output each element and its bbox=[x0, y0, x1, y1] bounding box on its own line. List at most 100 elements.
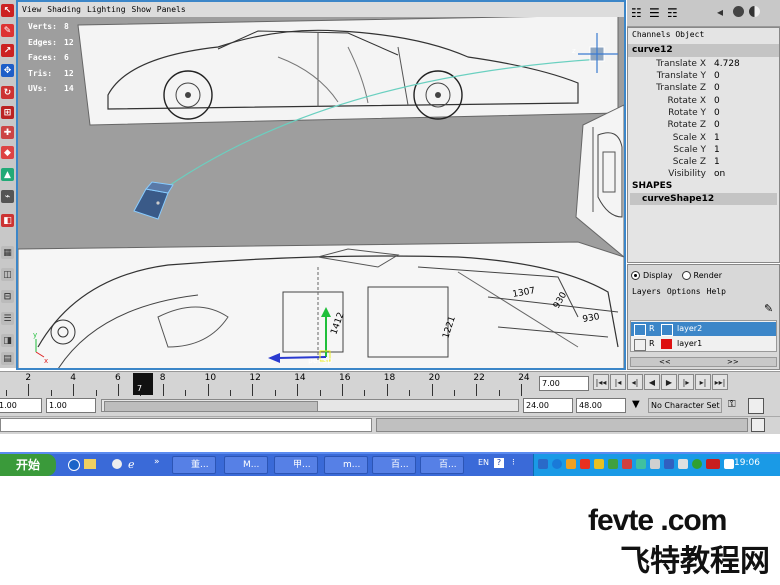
tray-speaker-icon[interactable] bbox=[724, 459, 734, 469]
layout-four-icon[interactable]: ▦ bbox=[1, 246, 14, 259]
attr-row[interactable]: Rotate X 0 bbox=[628, 95, 778, 107]
attr-row[interactable]: Scale X 1 bbox=[628, 132, 778, 144]
step-back-frame-icon[interactable]: ◂| bbox=[627, 374, 643, 390]
menu-lighting[interactable]: Lighting bbox=[87, 2, 126, 17]
last-tool-icon[interactable]: ⌁ bbox=[1, 190, 14, 203]
layout-single-icon[interactable]: ◧ bbox=[1, 214, 14, 227]
menu-shading[interactable]: Shading bbox=[47, 2, 81, 17]
new-layer-icon[interactable]: ✎ bbox=[764, 302, 773, 315]
layout-outliner-icon[interactable]: ☰ bbox=[1, 312, 14, 325]
tray-disk-icon[interactable] bbox=[650, 459, 660, 469]
taskbar-task[interactable]: 百... bbox=[372, 456, 416, 474]
taskbar-task[interactable]: 董... bbox=[172, 456, 216, 474]
layout-graph-icon[interactable]: ▤ bbox=[1, 352, 14, 365]
perspective-viewport[interactable]: View Shading Lighting Show Panels 1412 1… bbox=[16, 0, 626, 370]
attr-row[interactable]: Scale Y 1 bbox=[628, 144, 778, 156]
layer-name[interactable]: layer1 bbox=[677, 337, 702, 351]
object-name[interactable]: curve12 bbox=[628, 44, 779, 57]
attr-row[interactable]: Translate X 4.728 bbox=[628, 58, 778, 70]
menu-view[interactable]: View bbox=[22, 2, 41, 17]
help-icon[interactable]: ? bbox=[494, 458, 504, 468]
ime-icon[interactable]: ⁝ bbox=[512, 458, 515, 468]
taskbar-task[interactable]: 甲... bbox=[274, 456, 318, 474]
tray-network-icon[interactable] bbox=[608, 459, 618, 469]
taskbar-task[interactable]: M... bbox=[224, 456, 268, 474]
attr-value[interactable]: 0 bbox=[714, 82, 720, 94]
attr-value[interactable]: 4.728 bbox=[714, 58, 740, 70]
attr-row[interactable]: Translate Y 0 bbox=[628, 70, 778, 82]
folder-icon[interactable] bbox=[84, 459, 96, 469]
render-radio[interactable] bbox=[681, 271, 691, 280]
step-forward-key-icon[interactable]: ▸| bbox=[695, 374, 711, 390]
script-editor-icon[interactable] bbox=[751, 418, 765, 432]
render-toggle[interactable]: R bbox=[649, 322, 655, 336]
step-forward-frame-icon[interactable]: |▸ bbox=[678, 374, 694, 390]
language-indicator[interactable]: EN bbox=[478, 458, 489, 467]
layout-hypershade-icon[interactable]: ◨ bbox=[1, 334, 14, 347]
tray-green-icon[interactable] bbox=[692, 459, 702, 469]
dropdown-arrow-icon[interactable]: ▼ bbox=[632, 399, 640, 410]
layer-name[interactable]: layer2 bbox=[677, 322, 702, 336]
arrow-back-icon[interactable]: ◂ bbox=[717, 5, 723, 19]
layers-menu[interactable]: Layers bbox=[632, 287, 661, 296]
attr-value[interactable]: 1 bbox=[714, 132, 720, 144]
visibility-toggle[interactable] bbox=[634, 339, 646, 351]
lasso-tool-icon[interactable]: ✎ bbox=[1, 24, 14, 37]
move-tool-icon[interactable]: ✥ bbox=[1, 64, 14, 77]
attr-row[interactable]: Scale Z 1 bbox=[628, 156, 778, 168]
attr-value[interactable]: 0 bbox=[714, 70, 720, 82]
scroll-right-button[interactable]: >> bbox=[727, 358, 739, 366]
tray-k-icon[interactable] bbox=[552, 459, 562, 469]
visibility-toggle[interactable] bbox=[634, 324, 646, 336]
toggle-icon[interactable] bbox=[749, 6, 760, 17]
step-back-key-icon[interactable]: |◂ bbox=[610, 374, 626, 390]
range-slider-handle[interactable] bbox=[104, 401, 318, 412]
scale-tool-icon[interactable]: ⊞ bbox=[1, 106, 14, 119]
command-input[interactable] bbox=[0, 418, 372, 432]
tray-chat-icon[interactable] bbox=[636, 459, 646, 469]
camera-cube[interactable] bbox=[133, 181, 174, 220]
time-ruler[interactable]: 2 4 6 8 10 12 14 16 18 20 22 24 7 bbox=[0, 372, 536, 396]
shape-name[interactable]: curveShape12 bbox=[630, 193, 777, 205]
start-button[interactable]: 开始 bbox=[0, 454, 56, 476]
quicklaunch-more-icon[interactable]: » bbox=[154, 457, 160, 467]
soft-mod-icon[interactable]: ◆ bbox=[1, 146, 14, 159]
playback-start-field[interactable]: 1.00 bbox=[46, 398, 96, 413]
object-menu[interactable]: Object bbox=[675, 30, 704, 39]
select-tool-icon[interactable]: ↖ bbox=[1, 4, 14, 17]
tray-mic-icon[interactable] bbox=[566, 459, 576, 469]
menu-panels[interactable]: Panels bbox=[157, 2, 186, 17]
tray-monitor-icon[interactable] bbox=[622, 459, 632, 469]
attr-row[interactable]: Rotate Y 0 bbox=[628, 107, 778, 119]
layer-color-swatch[interactable] bbox=[661, 339, 672, 349]
animation-end-field[interactable]: 48.00 bbox=[576, 398, 626, 413]
go-to-start-icon[interactable]: |◂◂ bbox=[593, 374, 609, 390]
taskbar-task[interactable]: 百... bbox=[420, 456, 464, 474]
scene-canvas[interactable]: 1412 1221 1307 930 930 z persp y x bbox=[18, 17, 624, 370]
display-radio[interactable] bbox=[631, 271, 640, 280]
layer-row[interactable]: R layer1 bbox=[631, 337, 776, 351]
attr-value[interactable]: 0 bbox=[714, 119, 720, 131]
scroll-left-button[interactable]: << bbox=[659, 358, 671, 366]
attr-value[interactable]: 1 bbox=[714, 156, 720, 168]
channels-menu[interactable]: Channels bbox=[632, 30, 671, 39]
shield-icon[interactable] bbox=[112, 459, 122, 469]
attr-value[interactable]: 0 bbox=[714, 107, 720, 119]
play-back-icon[interactable]: ◀ bbox=[644, 374, 660, 390]
attr-value[interactable]: 1 bbox=[714, 144, 720, 156]
tray-qq-icon[interactable] bbox=[580, 459, 590, 469]
tray-phone-icon[interactable] bbox=[664, 459, 674, 469]
layout-persp-icon[interactable]: ⊟ bbox=[1, 290, 14, 303]
tray-ati-icon[interactable] bbox=[706, 459, 720, 469]
animation-start-field[interactable]: 1.00 bbox=[0, 398, 42, 413]
attr-value[interactable]: 0 bbox=[714, 95, 720, 107]
help-menu[interactable]: Help bbox=[707, 287, 726, 296]
animation-prefs-icon[interactable] bbox=[748, 398, 764, 414]
current-time-field[interactable]: 7.00 bbox=[539, 376, 589, 391]
range-slider-track[interactable] bbox=[101, 399, 519, 412]
character-set-field[interactable]: No Character Set bbox=[648, 398, 722, 413]
attr-value[interactable]: on bbox=[714, 168, 725, 180]
tray-volume-icon[interactable] bbox=[678, 459, 688, 469]
ie-icon[interactable]: ℯ bbox=[128, 458, 135, 471]
tray-app-icon[interactable] bbox=[538, 459, 548, 469]
